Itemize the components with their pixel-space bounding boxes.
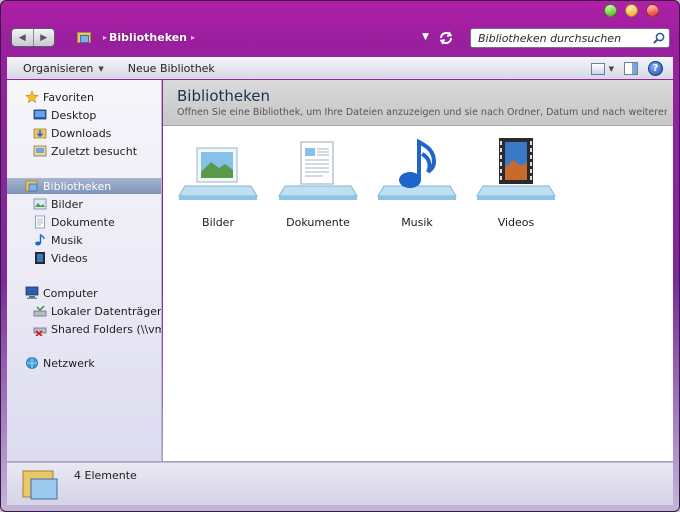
- nav-label: Bilder: [51, 197, 83, 211]
- page-description: Öffnen Sie eine Bibliothek, um Ihre Date…: [177, 107, 667, 118]
- libraries-icon: [25, 180, 38, 192]
- nav-label: Videos: [51, 251, 88, 265]
- new-library-label: Neue Bibliothek: [127, 62, 215, 75]
- address-dropdown-icon[interactable]: ▼: [422, 32, 429, 42]
- library-label: Videos: [497, 216, 535, 229]
- nav-label: Downloads: [51, 126, 112, 140]
- documents-library-icon: [278, 141, 358, 200]
- nav-label: Dokumente: [51, 215, 115, 229]
- breadcrumb-chevron-icon[interactable]: ▸: [103, 33, 107, 42]
- help-icon[interactable]: ?: [648, 61, 663, 76]
- libraries-icon: [22, 470, 58, 500]
- address-bar[interactable]: ▸ Bibliotheken ▸: [69, 27, 461, 48]
- explorer-window: ◀ ▶ ▸ Bibliotheken ▸ ▼ Bibliotheken durc…: [0, 0, 680, 512]
- back-button[interactable]: ◀: [12, 29, 33, 46]
- chevron-down-icon[interactable]: ▼: [609, 65, 614, 73]
- library-tile-pictures[interactable]: Bilder: [177, 138, 259, 230]
- page-title: Bibliotheken: [177, 87, 270, 105]
- pictures-library-icon: [178, 147, 258, 200]
- new-library-button[interactable]: Neue Bibliothek: [112, 62, 223, 75]
- preview-pane-icon[interactable]: [624, 62, 638, 75]
- nav-libraries[interactable]: Bibliotheken: [7, 178, 161, 194]
- search-input[interactable]: Bibliotheken durchsuchen: [470, 28, 670, 48]
- nav-item-recent[interactable]: Zuletzt besucht: [7, 143, 161, 159]
- details-pane: 4 Elemente: [7, 462, 673, 505]
- star-icon: [25, 90, 39, 104]
- nav-label: Netzwerk: [43, 356, 95, 370]
- content-pane[interactable]: Bibliotheken Öffnen Sie eine Bibliothek,…: [163, 80, 673, 461]
- nav-label: Zuletzt besucht: [51, 144, 138, 158]
- search-icon[interactable]: [653, 32, 665, 44]
- back-forward-buttons: ◀ ▶: [11, 28, 55, 47]
- help-label: ?: [652, 63, 659, 74]
- command-bar: Organisieren ▼ Neue Bibliothek ▼ ?: [7, 57, 673, 79]
- minimize-button[interactable]: [604, 4, 617, 17]
- forward-button[interactable]: ▶: [32, 29, 55, 46]
- refresh-button[interactable]: [437, 30, 455, 46]
- nav-label: Favoriten: [43, 90, 94, 104]
- libraries-icon: [77, 31, 93, 44]
- breadcrumb-libraries[interactable]: Bibliotheken: [109, 31, 187, 44]
- nav-label: Computer: [43, 286, 98, 300]
- nav-favorites[interactable]: Favoriten: [7, 89, 161, 105]
- network-icon: [26, 357, 38, 369]
- desktop-icon: [33, 109, 47, 120]
- nav-item-shared-folders[interactable]: Shared Folders (\\vmware-host) (Z:): [7, 321, 161, 337]
- nav-label: Desktop: [51, 108, 97, 122]
- caption-buttons: [604, 4, 659, 17]
- breadcrumb-chevron-icon[interactable]: ▸: [191, 33, 195, 42]
- network-drive-icon: [33, 327, 47, 336]
- navigation-pane[interactable]: Favoriten Desktop Downloads Zuletzt besu…: [7, 80, 162, 461]
- downloads-icon: [33, 128, 47, 139]
- item-count: 4 Elemente: [74, 469, 137, 482]
- library-tile-videos[interactable]: Videos: [475, 138, 557, 230]
- nav-item-music[interactable]: Musik: [7, 232, 161, 248]
- back-arrow-icon: ◀: [18, 32, 26, 43]
- library-tile-music[interactable]: Musik: [376, 138, 458, 230]
- chevron-down-icon: ▼: [98, 64, 104, 73]
- library-label: Dokumente: [286, 216, 350, 229]
- nav-item-videos[interactable]: Videos: [7, 250, 161, 266]
- pictures-icon: [33, 198, 47, 210]
- close-button[interactable]: [646, 4, 659, 17]
- nav-label: Bibliotheken: [43, 179, 112, 193]
- nav-network[interactable]: Netzwerk: [7, 355, 161, 371]
- nav-item-pictures[interactable]: Bilder: [7, 196, 161, 212]
- forward-arrow-icon: ▶: [40, 32, 48, 43]
- library-tile-documents[interactable]: Dokumente: [277, 138, 359, 230]
- nav-item-desktop[interactable]: Desktop: [7, 107, 161, 123]
- nav-item-documents[interactable]: Dokumente: [7, 214, 161, 230]
- music-library-icon: [377, 138, 457, 200]
- recent-places-icon: [33, 145, 47, 157]
- library-label: Bilder: [202, 216, 234, 229]
- refresh-icon: [439, 31, 453, 45]
- computer-icon: [25, 286, 39, 299]
- videos-library-icon: [476, 138, 556, 200]
- nav-item-local-disk[interactable]: Lokaler Datenträger (C:): [7, 303, 161, 319]
- library-header: Bibliotheken Öffnen Sie eine Bibliothek,…: [163, 80, 673, 126]
- hard-drive-icon: [33, 305, 47, 317]
- search-placeholder: Bibliotheken durchsuchen: [478, 31, 622, 45]
- nav-label: Shared Folders (\\vmware-host) (Z:): [51, 322, 161, 336]
- nav-computer[interactable]: Computer: [7, 285, 161, 301]
- videos-icon: [35, 252, 45, 264]
- change-view-icon[interactable]: [590, 62, 605, 75]
- organize-menu[interactable]: Organisieren ▼: [7, 62, 112, 75]
- organize-label: Organisieren: [23, 62, 94, 75]
- documents-icon: [35, 215, 45, 229]
- library-label: Musik: [401, 216, 433, 229]
- maximize-button[interactable]: [625, 4, 638, 17]
- nav-item-downloads[interactable]: Downloads: [7, 125, 161, 141]
- nav-label: Lokaler Datenträger (C:): [51, 304, 161, 318]
- nav-label: Musik: [51, 233, 83, 247]
- music-icon: [35, 233, 45, 246]
